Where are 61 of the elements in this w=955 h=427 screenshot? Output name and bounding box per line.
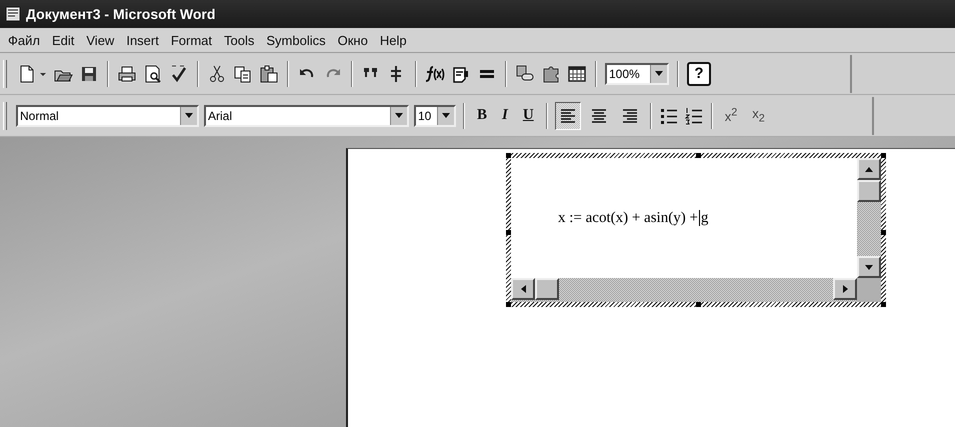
table-icon[interactable] — [567, 64, 587, 84]
subscript-button[interactable]: x$_{2}$ — [747, 102, 770, 128]
numbered-list-icon[interactable] — [684, 106, 704, 126]
puzzle-piece-icon[interactable] — [541, 64, 561, 84]
caret-icon — [185, 113, 193, 118]
clipboard-icon[interactable] — [259, 64, 279, 84]
scrollbar-corner — [857, 278, 881, 302]
resize-handle[interactable] — [881, 230, 886, 235]
menu-item[interactable]: Insert — [120, 32, 165, 48]
scroll-thumb[interactable] — [535, 278, 559, 300]
resize-handle[interactable] — [506, 153, 511, 158]
resize-handle[interactable] — [881, 153, 886, 158]
right-arrow-icon — [842, 285, 848, 293]
caret-icon — [655, 71, 663, 76]
scroll-thumb[interactable] — [857, 180, 881, 202]
down-arrow-icon — [865, 264, 873, 270]
menu-item[interactable]: Format — [164, 32, 218, 48]
menu-item[interactable]: Окно — [332, 32, 374, 48]
text-cursor — [698, 210, 700, 226]
left-arrow-icon — [520, 285, 526, 293]
menu-item[interactable]: Tools — [218, 32, 260, 48]
horizontal-scrollbar[interactable] — [511, 278, 857, 302]
math-expression: g — [700, 210, 708, 226]
menu-item[interactable]: Файл — [2, 32, 46, 48]
function-icon[interactable] — [425, 64, 445, 84]
caret-icon — [442, 113, 450, 118]
math-expression: x := acot(x) + asin(y) + — [558, 210, 698, 226]
scroll-left-button[interactable] — [511, 278, 535, 300]
italic-button[interactable]: I — [497, 102, 513, 128]
scroll-right-button[interactable] — [833, 278, 857, 300]
zoom-combo[interactable]: 100% — [605, 62, 669, 84]
scissors-icon[interactable] — [207, 64, 227, 84]
menu-item[interactable]: Symbolics — [260, 32, 332, 48]
menu-item[interactable]: Help — [374, 32, 413, 48]
align-left-button[interactable] — [554, 102, 581, 130]
vertical-scrollbar[interactable] — [857, 158, 881, 278]
scroll-down-button[interactable] — [857, 256, 881, 278]
scroll-up-button[interactable] — [857, 158, 881, 180]
bold-button[interactable]: B — [472, 102, 492, 128]
math-object-frame[interactable]: x := acot(x) + asin(y) + g — [506, 153, 886, 307]
caret-icon — [395, 113, 403, 118]
document-icon — [5, 6, 21, 22]
menu-item[interactable]: Edit — [46, 32, 80, 48]
resize-handle[interactable] — [696, 302, 701, 307]
menu-item[interactable]: View — [80, 32, 120, 48]
font-size-combo[interactable]: 10 — [414, 104, 456, 126]
resize-handle[interactable] — [881, 302, 886, 307]
underline-button[interactable]: U — [518, 102, 539, 128]
resize-handle[interactable] — [696, 153, 701, 158]
help-button[interactable]: ? — [687, 62, 711, 86]
resize-handle[interactable] — [506, 230, 511, 235]
style-combo[interactable]: Normal — [16, 104, 199, 126]
up-arrow-icon — [865, 166, 873, 172]
window-title: Документ3 - Microsoft Word — [26, 6, 216, 22]
copy-icon[interactable] — [233, 64, 253, 84]
printer-icon[interactable] — [117, 64, 137, 84]
spell-check-icon[interactable] — [169, 64, 189, 84]
font-combo[interactable]: Arial — [204, 104, 409, 126]
superscript-button[interactable]: x$^{2}$ — [720, 102, 742, 128]
resize-handle[interactable] — [506, 302, 511, 307]
page-magnifier-icon[interactable] — [143, 64, 163, 84]
